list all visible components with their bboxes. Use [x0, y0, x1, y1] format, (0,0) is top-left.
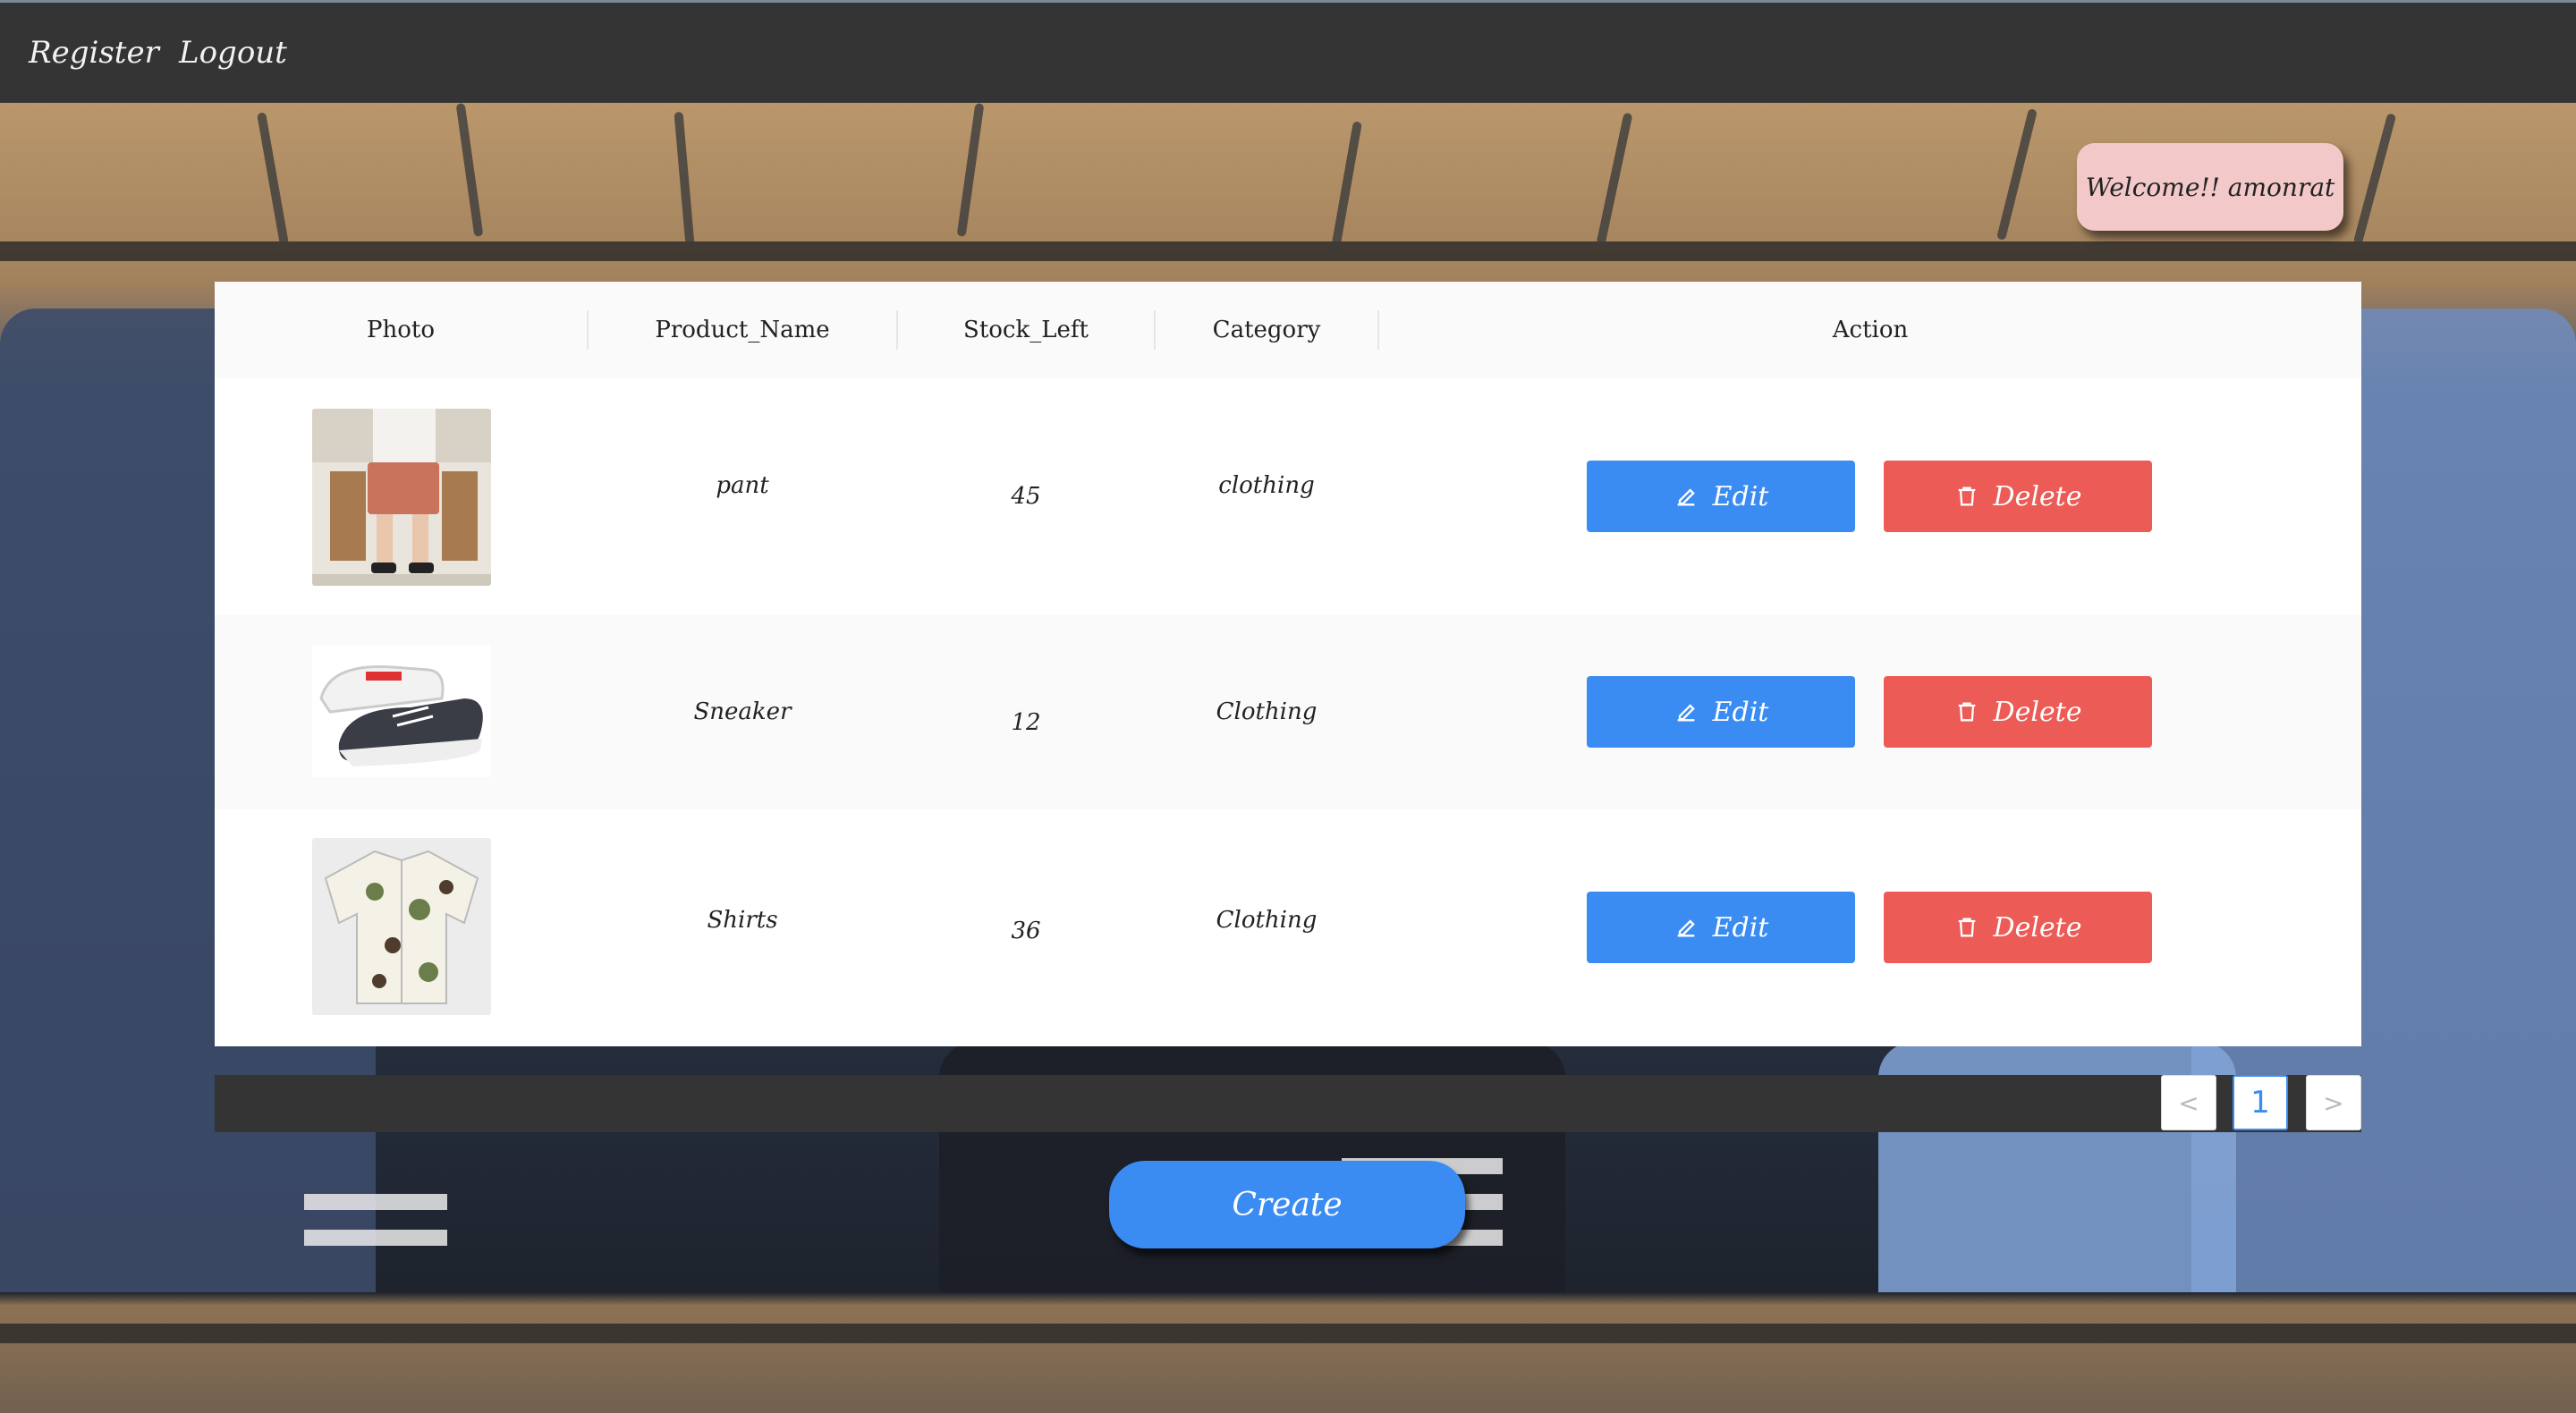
edit-icon: [1677, 919, 1695, 937]
page-1-button[interactable]: 1: [2233, 1075, 2288, 1130]
table-row: Sneaker 12 Clothing Edit Delete: [215, 615, 2361, 810]
header-stock-left: Stock_Left: [963, 317, 1089, 343]
category: clothing: [1218, 472, 1315, 499]
trash-icon: [1958, 487, 1975, 506]
stock-left: 36: [1011, 918, 1041, 944]
stock-left: 45: [1011, 483, 1041, 510]
product-photo-sneaker: [312, 645, 491, 777]
trash-icon: [1958, 918, 1975, 937]
edit-label: Edit: [1712, 911, 1769, 943]
table-row: pant 45 clothing Edit Delete: [215, 378, 2361, 616]
product-name: Sneaker: [693, 698, 792, 725]
header-photo: Photo: [367, 317, 435, 343]
delete-label: Delete: [1993, 480, 2082, 512]
prev-page-button[interactable]: <: [2161, 1075, 2216, 1130]
edit-icon: [1677, 488, 1695, 506]
edit-button[interactable]: Edit: [1587, 676, 1855, 748]
category: Clothing: [1216, 907, 1318, 934]
delete-button[interactable]: Delete: [1884, 892, 2152, 963]
welcome-badge: Welcome!! amonrat: [2077, 143, 2343, 231]
edit-label: Edit: [1712, 696, 1769, 728]
product-photo-shirt: [312, 838, 491, 1015]
product-photo-pant: [312, 409, 491, 586]
trash-icon: [1958, 702, 1975, 722]
edit-button[interactable]: Edit: [1587, 892, 1855, 963]
header-category: Category: [1212, 317, 1321, 343]
header-action: Action: [1832, 317, 1909, 343]
top-navbar: Register Logout: [0, 0, 2576, 103]
header-product-name: Product_Name: [655, 317, 830, 343]
stock-left: 12: [1011, 709, 1041, 736]
create-button[interactable]: Create: [1109, 1161, 1465, 1248]
register-link[interactable]: Register: [29, 35, 159, 71]
next-page-button[interactable]: >: [2306, 1075, 2361, 1130]
delete-button[interactable]: Delete: [1884, 461, 2152, 532]
delete-label: Delete: [1993, 911, 2082, 943]
product-name: pant: [716, 472, 769, 499]
delete-button[interactable]: Delete: [1884, 676, 2152, 748]
edit-button[interactable]: Edit: [1587, 461, 1855, 532]
edit-label: Edit: [1712, 480, 1769, 512]
category: Clothing: [1216, 698, 1318, 725]
edit-icon: [1677, 704, 1695, 722]
logout-link[interactable]: Logout: [179, 35, 287, 71]
products-table: Photo Product_Name Stock_Left Category A…: [215, 282, 2361, 1046]
product-name: Shirts: [707, 907, 778, 934]
table-header: Photo Product_Name Stock_Left Category A…: [215, 282, 2361, 379]
pagination-bar: [215, 1075, 2361, 1132]
delete-label: Delete: [1993, 696, 2082, 728]
table-row: Shirts 36 Clothing Edit Delete: [215, 809, 2361, 1046]
